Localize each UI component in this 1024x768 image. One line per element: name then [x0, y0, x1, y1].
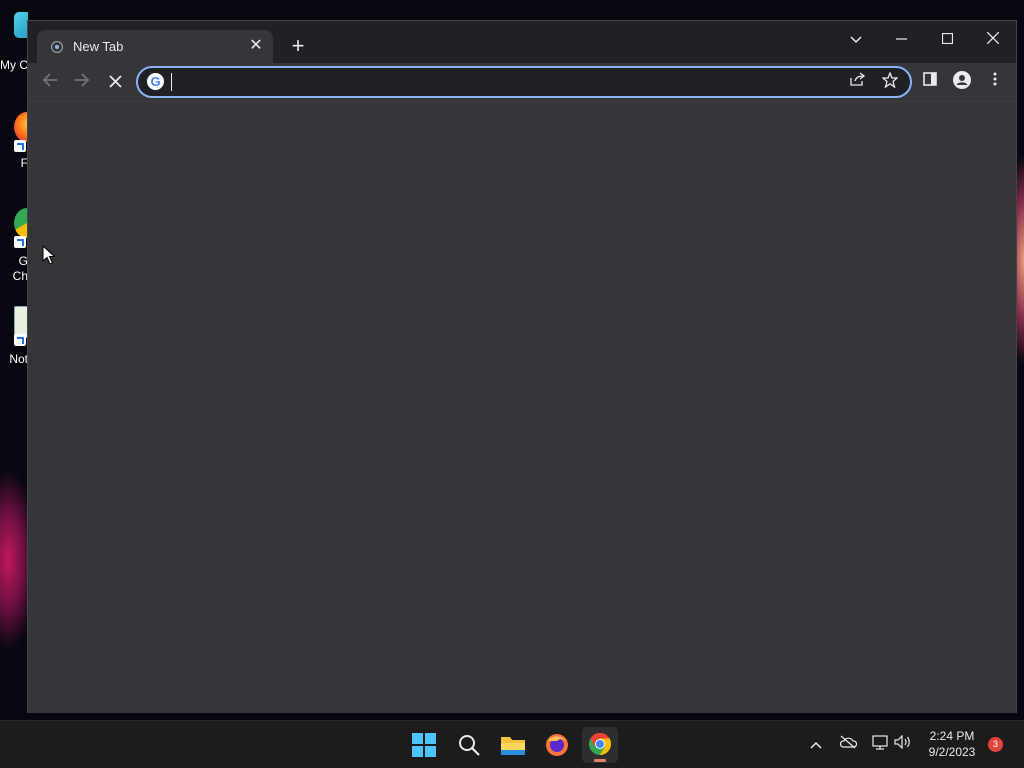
title-bar: New Tab ✕ +	[28, 21, 1016, 63]
address-bar[interactable]: G	[136, 66, 912, 98]
taskbar-file-explorer[interactable]	[495, 727, 531, 763]
desktop-icon-my-computer[interactable]: My C	[0, 10, 28, 80]
shortcut-arrow-icon	[14, 334, 26, 346]
maximize-button[interactable]	[927, 26, 967, 54]
text-caret	[171, 73, 172, 91]
show-hidden-icons-button[interactable]	[806, 734, 826, 754]
forward-button[interactable]	[71, 71, 93, 93]
menu-button[interactable]	[984, 71, 1006, 93]
tab-search-button[interactable]	[836, 26, 876, 54]
share-button[interactable]	[848, 72, 868, 92]
minimize-button[interactable]	[881, 26, 921, 54]
clock[interactable]: 2:24 PM 9/2/2023	[920, 728, 984, 760]
firefox-icon	[14, 112, 28, 142]
onedrive-button[interactable]	[838, 734, 858, 754]
notification-badge[interactable]: 3	[988, 737, 1003, 752]
computer-icon	[14, 12, 28, 38]
arrow-right-icon	[75, 73, 90, 87]
firefox-icon	[546, 734, 568, 756]
volume-icon	[894, 734, 910, 750]
back-button[interactable]	[39, 71, 61, 93]
browser-toolbar: G	[28, 63, 1016, 101]
share-icon	[850, 72, 866, 86]
desktop-icon-label: G Ch	[12, 254, 28, 283]
network-icon	[872, 735, 888, 750]
shortcut-arrow-icon	[14, 236, 26, 248]
new-tab-button[interactable]: +	[286, 34, 310, 58]
taskbar-firefox[interactable]	[539, 727, 575, 763]
chevron-down-icon	[850, 36, 862, 44]
browser-window: New Tab ✕ + G	[27, 20, 1017, 713]
star-icon	[881, 71, 899, 89]
side-panel-button[interactable]	[919, 71, 941, 93]
profile-button[interactable]	[951, 71, 973, 93]
windows-start-icon	[412, 733, 436, 757]
profile-icon	[953, 71, 971, 89]
clock-date: 9/2/2023	[928, 745, 976, 759]
google-icon: G	[147, 73, 164, 90]
volume-button[interactable]	[893, 734, 913, 754]
tab-new-tab[interactable]: New Tab ✕	[37, 30, 273, 63]
taskbar: 2:24 PM 9/2/2023 3	[0, 720, 1024, 768]
chrome-icon	[589, 733, 611, 755]
desktop-icon-firefox[interactable]: F	[0, 110, 28, 172]
maximize-icon	[941, 32, 953, 45]
taskbar-search-button[interactable]	[451, 727, 487, 763]
onedrive-offline-icon	[839, 735, 858, 749]
desktop-icon-notepad[interactable]: Not	[0, 304, 28, 370]
stop-loading-icon	[108, 75, 122, 88]
kebab-menu-icon	[993, 72, 997, 86]
shortcut-arrow-icon	[14, 140, 26, 152]
plus-icon: +	[291, 33, 305, 58]
network-button[interactable]	[870, 734, 890, 754]
chrome-icon	[14, 208, 28, 238]
start-button[interactable]	[406, 727, 442, 763]
desktop-icon-label: My C	[0, 58, 28, 72]
arrow-left-icon	[42, 73, 57, 87]
page-content	[28, 101, 1016, 713]
file-explorer-icon	[501, 737, 525, 755]
minimize-icon	[895, 38, 907, 40]
close-window-button[interactable]	[973, 26, 1013, 54]
taskbar-chrome[interactable]	[582, 727, 618, 763]
tab-title: New Tab	[73, 39, 124, 54]
side-panel-icon	[923, 72, 937, 86]
close-icon	[986, 31, 1000, 45]
tab-close-icon[interactable]: ✕	[247, 37, 265, 55]
bookmark-button[interactable]	[880, 71, 900, 92]
active-app-indicator	[594, 759, 606, 762]
desktop-icon-label: F	[20, 156, 28, 170]
clock-time: 2:24 PM	[929, 729, 975, 743]
search-icon	[459, 735, 480, 756]
mouse-cursor-icon	[42, 245, 56, 265]
desktop-icon-label: Not	[9, 352, 28, 366]
desktop-icon-chrome[interactable]: G Ch	[0, 206, 28, 286]
chevron-up-icon	[810, 741, 822, 749]
stop-loading-button[interactable]	[104, 71, 126, 93]
chrome-newtab-icon	[51, 41, 63, 53]
